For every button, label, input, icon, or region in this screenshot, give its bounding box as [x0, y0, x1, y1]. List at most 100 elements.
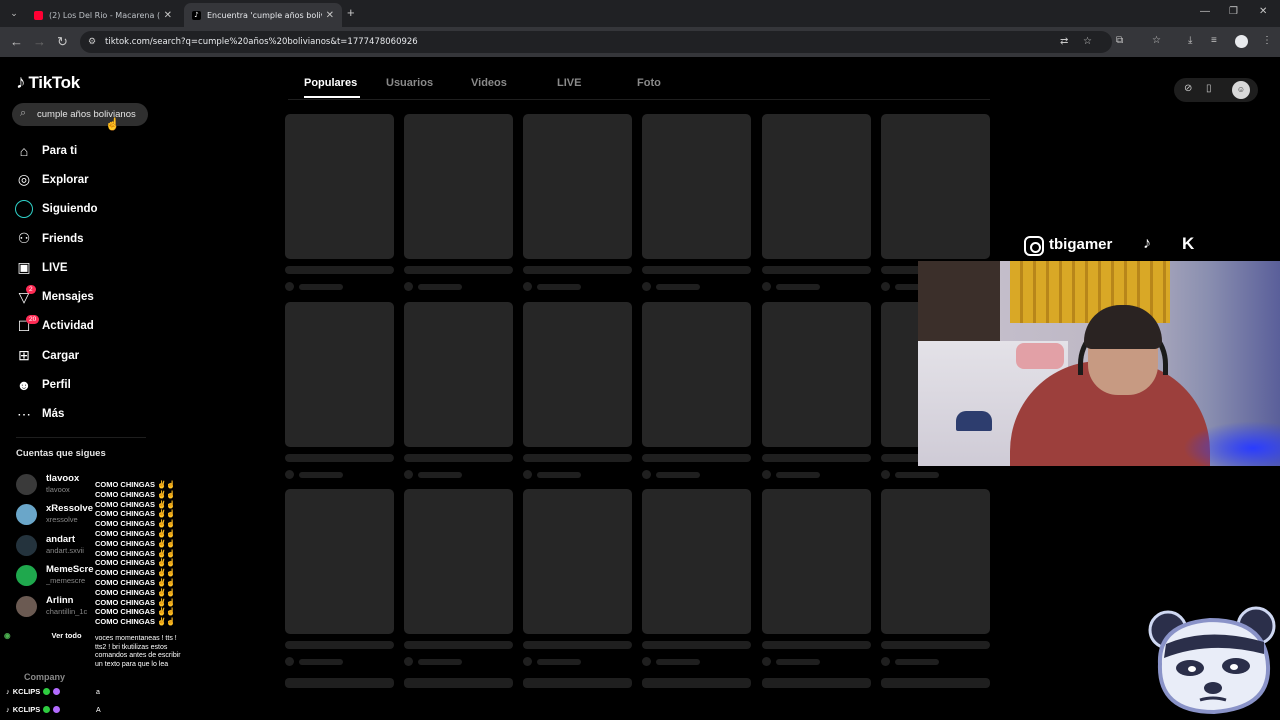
sidebar-item-actividad[interactable]: ☐ 20 Actividad — [14, 312, 164, 341]
video-card-skeleton[interactable] — [404, 489, 513, 666]
caption-placeholder — [285, 641, 394, 649]
sidebar-item-label: Actividad — [42, 320, 94, 333]
browser-tab-bar: ⌄ (2) Los Del Rio - Macarena (Bay ✕ ♪ En… — [0, 0, 1280, 27]
restore-icon[interactable]: ❐ — [1229, 6, 1238, 17]
window-close-icon[interactable]: ✕ — [1259, 6, 1267, 17]
close-tab-icon[interactable]: ✕ — [164, 10, 172, 21]
sidebar-item-live[interactable]: ▣ LIVE — [14, 253, 164, 282]
emote-icon: ✌☝ — [155, 587, 176, 597]
tab-videos[interactable]: Videos — [471, 77, 507, 89]
video-card-skeleton[interactable] — [881, 489, 990, 666]
ver-todo-label: Ver todo — [51, 631, 82, 640]
tab-live[interactable]: LIVE — [557, 77, 581, 89]
video-card-skeleton[interactable] — [404, 302, 513, 479]
sidebar-item-friends[interactable]: ⚇ Friends — [14, 224, 164, 253]
following-account[interactable]: MemeScre _memescre — [16, 563, 96, 589]
compass-icon[interactable]: ⊘ — [1184, 83, 1192, 94]
site-settings-icon[interactable]: ⚙ — [88, 36, 96, 47]
company-footer-link[interactable]: Company — [24, 672, 65, 682]
sidebar-item-para-ti[interactable]: ⌂ Para ti — [14, 136, 164, 165]
sidebar-item-mensajes[interactable]: ▽ 2 Mensajes — [14, 282, 164, 311]
tab-list-chevron-icon[interactable]: ⌄ — [6, 5, 22, 21]
video-card-skeleton[interactable] — [642, 302, 751, 479]
following-account[interactable]: tlavoox tlavoox — [16, 472, 96, 498]
emote-icon: ✌☝ — [155, 509, 176, 519]
chat-line: COMO CHINGAS ✌☝ — [95, 597, 176, 607]
badge-dot — [43, 688, 51, 695]
video-card-skeleton[interactable] — [523, 489, 632, 666]
translate-icon[interactable]: ⇄ — [1060, 36, 1068, 47]
active-tab-underline — [304, 96, 360, 98]
back-arrow-icon[interactable]: ← — [10, 34, 23, 50]
caption-placeholder — [762, 641, 871, 649]
video-card-skeleton[interactable] — [523, 114, 632, 291]
emote-icon: ✌☝ — [155, 538, 176, 548]
tab-usuarios[interactable]: Usuarios — [386, 77, 433, 89]
search-input[interactable]: ⌕ cumple años bolivianos — [12, 103, 148, 126]
browser-tab-youtube[interactable]: (2) Los Del Rio - Macarena (Bay ✕ — [26, 3, 180, 27]
search-value: cumple años bolivianos — [37, 109, 136, 120]
tab-title: Encuentra 'cumple años bolivia — [207, 10, 322, 20]
video-card-skeleton-edge — [523, 678, 632, 688]
username-placeholder — [537, 283, 581, 290]
sidebar-item-mas[interactable]: ⋯ Más — [14, 400, 164, 429]
video-card-skeleton[interactable] — [762, 114, 871, 291]
sidebar-item-perfil[interactable]: ☻ Perfil — [14, 370, 164, 399]
avatar[interactable]: ☺ — [1232, 81, 1250, 99]
reading-list-icon[interactable]: ≡ — [1211, 35, 1217, 46]
device-icon[interactable]: ▯ — [1206, 83, 1212, 94]
top-right-actions: ⊘ ▯ ☺ — [1174, 78, 1258, 102]
url-text[interactable]: tiktok.com/search?q=cumple%20años%20boli… — [105, 37, 418, 47]
video-card-skeleton[interactable] — [762, 489, 871, 666]
sidebar-item-label: Explorar — [42, 173, 89, 186]
video-card-skeleton[interactable] — [523, 302, 632, 479]
new-tab-plus-icon[interactable]: + — [347, 5, 355, 20]
tab-populares[interactable]: Populares — [304, 77, 357, 89]
video-card-skeleton[interactable] — [285, 114, 394, 291]
video-card-skeleton[interactable] — [285, 489, 394, 666]
webcam-feed — [918, 261, 1280, 466]
sidebar-item-siguiendo[interactable]: Siguiendo — [14, 195, 164, 224]
sidebar-item-label: Perfil — [42, 379, 71, 392]
thumbnail-placeholder — [762, 114, 871, 259]
address-bar[interactable]: ⚙ tiktok.com/search?q=cumple%20años%20bo… — [80, 31, 1112, 53]
browser-tab-tiktok[interactable]: ♪ Encuentra 'cumple años bolivia ✕ — [184, 3, 342, 27]
video-card-skeleton[interactable] — [762, 302, 871, 479]
sidebar-item-explorar[interactable]: ◎ Explorar — [14, 165, 164, 194]
tab-foto[interactable]: Foto — [637, 77, 661, 89]
sidebar-item-cargar[interactable]: ⊞ Cargar — [14, 341, 164, 370]
download-icon[interactable]: ⤓ — [1188, 35, 1192, 46]
minimize-icon[interactable]: — — [1200, 6, 1210, 17]
avatar-placeholder — [881, 470, 890, 479]
chat-line: COMO CHINGAS ✌☝ — [95, 587, 176, 597]
bookmarks-icon[interactable]: ☆ — [1152, 35, 1161, 46]
close-tab-icon[interactable]: ✕ — [326, 10, 334, 21]
chat-line: COMO CHINGAS ✌☝ — [95, 548, 176, 558]
reload-icon[interactable]: ↻ — [57, 34, 68, 50]
menu-dots-icon[interactable]: ⋮ — [1262, 35, 1272, 46]
caption-placeholder — [404, 641, 513, 649]
thumbnail-placeholder — [404, 114, 513, 259]
emote-icon: ✌☝ — [155, 607, 176, 617]
friends-icon: ⚇ — [17, 230, 31, 247]
browser-profile-avatar[interactable] — [1235, 35, 1248, 48]
video-card-skeleton[interactable] — [642, 114, 751, 291]
tiktok-logo[interactable]: ♪ TikTok — [16, 72, 80, 94]
avatar-placeholder — [285, 657, 294, 666]
extensions-icon[interactable]: ⧉ — [1116, 35, 1123, 46]
sidebar-item-label: Para ti — [42, 144, 78, 157]
video-card-skeleton[interactable] — [642, 489, 751, 666]
video-card-skeleton-edge — [762, 678, 871, 688]
bookmark-star-icon[interactable]: ☆ — [1083, 36, 1092, 47]
avatar-placeholder — [881, 282, 890, 291]
following-account[interactable]: Arlinn chantillin_1c — [16, 594, 96, 620]
video-card-skeleton[interactable] — [285, 302, 394, 479]
instagram-icon — [1024, 236, 1044, 256]
thumbnail-placeholder — [642, 489, 751, 634]
following-account[interactable]: andart andart.sxvii — [16, 533, 96, 559]
forward-arrow-icon[interactable]: → — [33, 34, 46, 50]
ver-todo-link[interactable]: ◉ Ver todo — [4, 631, 82, 640]
following-account[interactable]: xRessolve xressolve — [16, 502, 96, 528]
video-card-skeleton[interactable] — [404, 114, 513, 291]
sidebar-item-label: Siguiendo — [42, 203, 98, 216]
